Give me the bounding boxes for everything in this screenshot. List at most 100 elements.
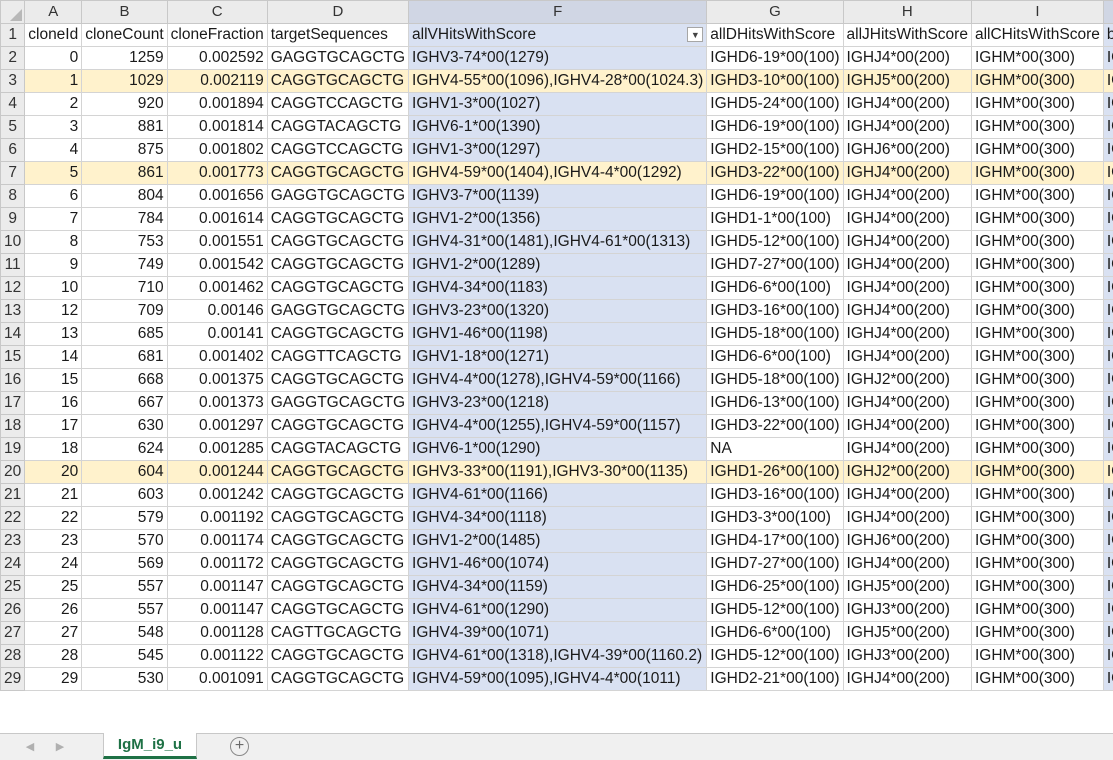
cell[interactable]: 0.001192 — [166, 506, 268, 530]
cell[interactable]: IGHD7-27*00(100) — [706, 253, 844, 277]
cell[interactable]: CAGGTGCAGCTG — [266, 598, 410, 622]
cell[interactable]: 0.001894 — [166, 92, 268, 116]
cell[interactable]: IGHM*00(300) — [970, 552, 1104, 576]
cell[interactable]: IGHV3-23*00(1320) — [408, 299, 708, 323]
header-cell[interactable]: cloneCount — [81, 23, 168, 47]
cell[interactable]: 0.00146 — [166, 299, 268, 323]
cell[interactable]: IGHV1-2*00(1485) — [408, 529, 708, 553]
cell[interactable]: 749 — [81, 253, 168, 277]
cell[interactable]: IGHJ2*00(200) — [842, 460, 972, 484]
cell[interactable]: 0.001285 — [166, 437, 268, 461]
cell[interactable]: IGHD2-15*00(100) — [706, 138, 844, 162]
cell[interactable]: 12 — [24, 299, 83, 323]
cell[interactable]: IGHD5-18*00(100) — [706, 322, 844, 346]
cell[interactable]: 0.002592 — [166, 46, 268, 70]
cell[interactable]: IGHV4-59 — [1102, 161, 1113, 185]
cell[interactable]: 685 — [81, 322, 168, 346]
cell[interactable]: IGHV6-1*00(1290) — [408, 437, 708, 461]
cell[interactable]: 861 — [81, 161, 168, 185]
row-number[interactable]: 4 — [0, 92, 26, 116]
cell[interactable]: IGHD5-12*00(100) — [706, 230, 844, 254]
row-number[interactable]: 18 — [0, 414, 26, 438]
cell[interactable]: GAGGTGCAGCTG — [266, 391, 410, 415]
column-header-d[interactable]: D — [266, 0, 410, 24]
cell[interactable]: 881 — [81, 115, 168, 139]
cell[interactable]: IGHV1-2*00(1289) — [408, 253, 708, 277]
cell[interactable]: CAGGTGCAGCTG — [266, 69, 410, 93]
cell[interactable]: 557 — [81, 575, 168, 599]
row-number[interactable]: 2 — [0, 46, 26, 70]
cell[interactable]: IGHM*00(300) — [970, 69, 1104, 93]
cell[interactable]: IGHJ5*00(200) — [842, 575, 972, 599]
row-number[interactable]: 5 — [0, 115, 26, 139]
cell[interactable]: IGHV6-1 — [1102, 115, 1113, 139]
row-number[interactable]: 7 — [0, 161, 26, 185]
row-number[interactable]: 24 — [0, 552, 26, 576]
cell[interactable]: IGHV1-46 — [1102, 322, 1113, 346]
dropdown-arrow-icon[interactable]: ▼ — [687, 27, 704, 42]
plus-icon[interactable]: + — [230, 737, 249, 756]
cell[interactable]: 5 — [24, 161, 83, 185]
cell[interactable]: 21 — [24, 483, 83, 507]
row-number[interactable]: 21 — [0, 483, 26, 507]
cell[interactable]: IGHJ5*00(200) — [842, 621, 972, 645]
spreadsheet-grid[interactable]: ABCDFGHIAJAK 1 cloneIdcloneCountcloneFra… — [0, 0, 1113, 733]
cell[interactable]: IGHM*00(300) — [970, 483, 1104, 507]
cell[interactable]: 710 — [81, 276, 168, 300]
cell[interactable]: 14 — [24, 345, 83, 369]
cell[interactable]: CAGGTGCAGCTG — [266, 483, 410, 507]
cell[interactable]: IGHD1-26*00(100) — [706, 460, 844, 484]
cell[interactable]: IGHD6-6*00(100) — [706, 621, 844, 645]
cell[interactable]: IGHD2-21*00(100) — [706, 667, 844, 691]
cell[interactable]: IGHM*00(300) — [970, 345, 1104, 369]
cell[interactable]: 8 — [24, 230, 83, 254]
row-number[interactable]: 11 — [0, 253, 26, 277]
cell[interactable]: IGHM*00(300) — [970, 161, 1104, 185]
cell[interactable]: 603 — [81, 483, 168, 507]
cell[interactable]: IGHM*00(300) — [970, 391, 1104, 415]
cell[interactable]: 4 — [24, 138, 83, 162]
cell[interactable]: 0.001542 — [166, 253, 268, 277]
cell[interactable]: IGHV4-4 — [1102, 414, 1113, 438]
header-cell[interactable]: allCHitsWithScore — [970, 23, 1104, 47]
cell[interactable]: IGHD5-24*00(100) — [706, 92, 844, 116]
cell[interactable]: IGHV3-23*00(1218) — [408, 391, 708, 415]
cell[interactable]: IGHJ2*00(200) — [842, 368, 972, 392]
cell[interactable]: 29 — [24, 667, 83, 691]
select-all-corner[interactable] — [0, 0, 26, 24]
row-number[interactable]: 13 — [0, 299, 26, 323]
row-number[interactable]: 22 — [0, 506, 26, 530]
cell[interactable]: 0.001402 — [166, 345, 268, 369]
cell[interactable]: IGHV1-2 — [1102, 529, 1113, 553]
cell[interactable]: IGHM*00(300) — [970, 368, 1104, 392]
cell[interactable]: IGHV6-1*00(1390) — [408, 115, 708, 139]
cell[interactable]: IGHV4-59*00(1095),IGHV4-4*00(1011) — [408, 667, 708, 691]
cell[interactable]: IGHV3-7 — [1102, 184, 1113, 208]
cell[interactable]: IGHD3-10*00(100) — [706, 69, 844, 93]
cell[interactable]: IGHD5-12*00(100) — [706, 644, 844, 668]
column-header-g[interactable]: G — [706, 0, 844, 24]
column-header-i[interactable]: I — [970, 0, 1104, 24]
cell[interactable]: CAGGTGCAGCTG — [266, 230, 410, 254]
cell[interactable]: IGHV4-34*00(1159) — [408, 575, 708, 599]
cell[interactable]: 1 — [24, 69, 83, 93]
cell[interactable]: IGHV3-23 — [1102, 299, 1113, 323]
cell[interactable]: IGHV3-23 — [1102, 391, 1113, 415]
cell[interactable]: IGHM*00(300) — [970, 506, 1104, 530]
cell[interactable]: IGHJ4*00(200) — [842, 115, 972, 139]
cell[interactable]: 804 — [81, 184, 168, 208]
cell[interactable]: IGHV4-61*00(1166) — [408, 483, 708, 507]
cell[interactable]: IGHM*00(300) — [970, 460, 1104, 484]
cell[interactable]: IGHV6-1 — [1102, 437, 1113, 461]
cell[interactable]: IGHM*00(300) — [970, 575, 1104, 599]
cell[interactable]: CAGGTGCAGCTG — [266, 368, 410, 392]
cell[interactable]: 0.001373 — [166, 391, 268, 415]
cell[interactable]: IGHJ4*00(200) — [842, 299, 972, 323]
cell[interactable]: 0.001656 — [166, 184, 268, 208]
cell[interactable]: IGHJ4*00(200) — [842, 161, 972, 185]
cell[interactable]: IGHV4-59*00(1404),IGHV4-4*00(1292) — [408, 161, 708, 185]
cell[interactable]: IGHV4-59 — [1102, 667, 1113, 691]
cell[interactable]: 0.001375 — [166, 368, 268, 392]
row-number[interactable]: 28 — [0, 644, 26, 668]
cell[interactable]: 0.001814 — [166, 115, 268, 139]
